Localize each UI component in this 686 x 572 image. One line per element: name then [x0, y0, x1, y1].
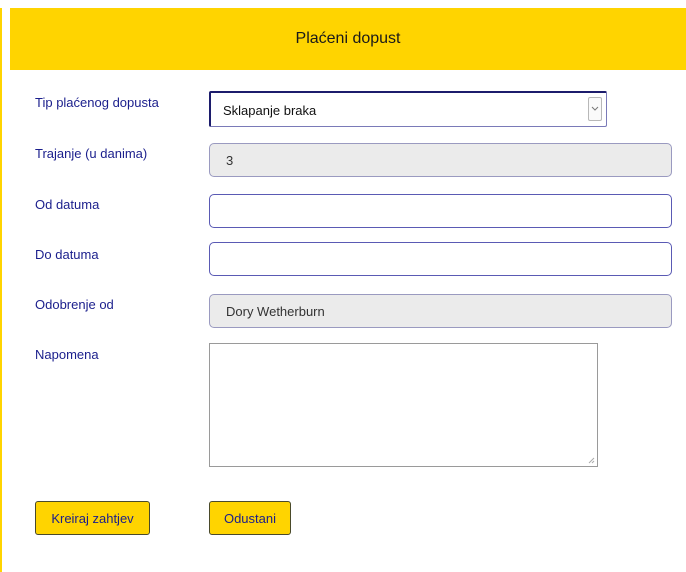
cancel-button[interactable]: Odustani — [209, 501, 291, 535]
form-header: Plaćeni dopust — [10, 8, 686, 70]
paid-leave-form-page: Plaćeni dopust Tip plaćenog dopusta Skla… — [0, 0, 686, 572]
create-request-button[interactable]: Kreiraj zahtjev — [35, 501, 150, 535]
select-dropdown-button[interactable] — [588, 97, 602, 121]
date-to-label: Do datuma — [35, 247, 99, 262]
approved-by-label: Odobrenje od — [35, 297, 114, 312]
left-accent-border — [0, 8, 2, 572]
date-from-input[interactable] — [209, 194, 672, 228]
approved-by-field: Dory Wetherburn — [209, 294, 672, 328]
date-from-label: Od datuma — [35, 197, 100, 212]
leave-type-select[interactable]: Sklapanje braka — [209, 91, 607, 127]
note-label: Napomena — [35, 347, 99, 362]
note-textarea[interactable] — [209, 343, 598, 467]
leave-type-selected-value: Sklapanje braka — [223, 103, 317, 118]
page-title: Plaćeni dopust — [295, 30, 401, 47]
duration-value: 3 — [226, 153, 234, 168]
duration-label: Trajanje (u danima) — [35, 146, 148, 161]
leave-type-label: Tip plaćenog dopusta — [35, 95, 159, 110]
duration-field: 3 — [209, 143, 672, 177]
date-to-input[interactable] — [209, 242, 672, 276]
resize-grip-icon[interactable] — [587, 456, 595, 464]
approved-by-value: Dory Wetherburn — [226, 304, 325, 319]
chevron-down-icon — [591, 106, 599, 111]
